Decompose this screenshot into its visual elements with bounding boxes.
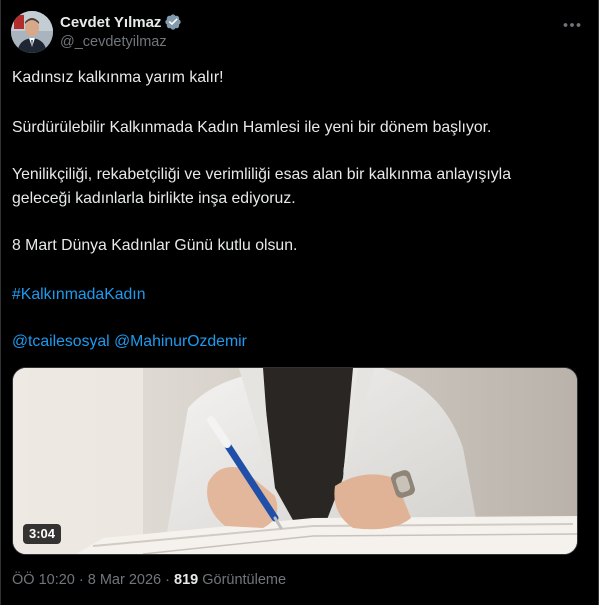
views-label: Görüntüleme — [198, 572, 287, 588]
author-display-name[interactable]: Cevdet Yılmaz — [60, 14, 161, 31]
tweet-meta: ÖÖ 10:20 · 8 Mar 2026 · 819 Görüntüleme — [12, 572, 286, 588]
video-thumbnail — [13, 368, 577, 554]
tweet-text-line-3: Yenilikçiliği, rekabetçiliği ve verimlil… — [12, 166, 511, 183]
verified-badge-icon[interactable] — [164, 13, 182, 31]
hashtag-link[interactable]: #KalkınmadaKadın — [12, 286, 146, 303]
tweet-text-line-4: geleceği kadınlarla birlikte inşa ediyor… — [12, 190, 296, 207]
author-names: Cevdet Yılmaz @_cevdetyilmaz — [60, 12, 182, 50]
author-handle[interactable]: @_cevdetyilmaz — [60, 34, 182, 50]
tweet-text-line-2: Sürdürülebilir Kalkınmada Kadın Hamlesi … — [12, 119, 492, 136]
tweet-text-line-5: 8 Mart Dünya Kadınlar Günü kutlu olsun. — [12, 237, 298, 254]
display-name-row: Cevdet Yılmaz — [60, 12, 182, 32]
video-player[interactable]: 3:04 — [12, 367, 578, 555]
tweet-card: Cevdet Yılmaz @_cevdetyilmaz Kadınsız ka… — [0, 0, 599, 605]
tweet-text-line-1: Kadınsız kalkınma yarım kalır! — [12, 69, 224, 86]
more-options-icon[interactable] — [561, 14, 583, 36]
hashtag-line: #KalkınmadaKadın — [12, 283, 582, 306]
mention-link-mahinurozdemir[interactable]: @MahinurOzdemir — [114, 333, 247, 350]
mentions-line: @tcailesosyal @MahinurOzdemir — [12, 330, 582, 353]
avatar[interactable] — [11, 11, 53, 53]
tweet-timestamp[interactable]: ÖÖ 10:20 · 8 Mar 2026 · — [12, 572, 174, 588]
mention-link-tcailesosyal[interactable]: @tcailesosyal — [12, 333, 110, 350]
video-duration-badge: 3:04 — [23, 524, 62, 544]
views-count: 819 — [174, 572, 199, 588]
tweet-header: Cevdet Yılmaz @_cevdetyilmaz — [11, 10, 589, 54]
